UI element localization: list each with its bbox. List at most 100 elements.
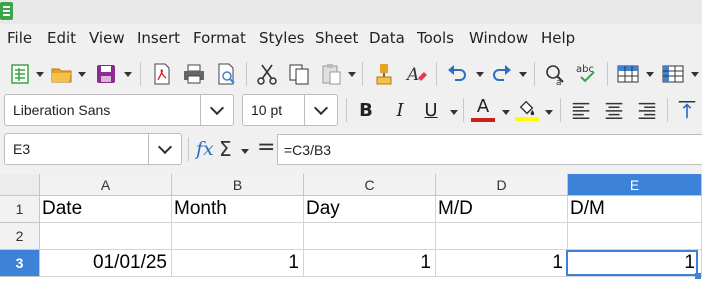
underline-button[interactable]: U <box>420 96 442 124</box>
standard-toolbar: A a abc <box>0 54 702 94</box>
save-icon[interactable] <box>92 60 120 88</box>
autofill-handle[interactable] <box>695 273 701 279</box>
row-dropdown-icon[interactable] <box>646 72 654 77</box>
cell-b3[interactable]: 1 <box>172 250 304 277</box>
highlight-dropdown-icon[interactable] <box>545 110 553 115</box>
redo-icon[interactable] <box>488 60 516 88</box>
menu-tools[interactable]: Tools <box>417 30 454 46</box>
cell-b2[interactable] <box>172 223 304 250</box>
spelling-icon[interactable]: abc <box>573 60 601 88</box>
cell-c2[interactable] <box>304 223 436 250</box>
menu-window[interactable]: Window <box>469 30 528 46</box>
undo-dropdown-icon[interactable] <box>476 72 484 77</box>
sum-dropdown-icon[interactable] <box>241 149 249 154</box>
font-color-swatch <box>471 118 495 122</box>
row-header-2[interactable]: 2 <box>0 223 40 250</box>
cell-e2[interactable] <box>568 223 702 250</box>
toolbar-separator <box>140 62 141 86</box>
cell-d3[interactable]: 1 <box>436 250 568 277</box>
row-icon[interactable] <box>614 60 642 88</box>
svg-text:A: A <box>405 65 419 85</box>
formula-input[interactable]: =C3/B3 <box>277 134 702 165</box>
font-size-combo[interactable]: 10 pt <box>242 94 338 126</box>
column-icon[interactable] <box>659 60 687 88</box>
cell-a1[interactable]: Date <box>40 196 172 223</box>
undo-icon[interactable] <box>443 60 471 88</box>
toolbar-separator <box>188 137 189 161</box>
menu-view[interactable]: View <box>89 30 125 46</box>
chevron-down-icon[interactable] <box>304 95 337 125</box>
column-header-c[interactable]: C <box>304 174 436 196</box>
cell-e1[interactable]: D/M <box>568 196 702 223</box>
column-header-d[interactable]: D <box>436 174 568 196</box>
menu-edit[interactable]: Edit <box>47 30 76 46</box>
new-icon[interactable] <box>6 60 34 88</box>
paste-icon[interactable] <box>317 60 345 88</box>
font-color-button[interactable]: A <box>470 96 496 124</box>
chevron-down-icon[interactable] <box>200 95 233 125</box>
align-left-icon[interactable] <box>568 96 594 124</box>
clear-formatting-icon[interactable]: A <box>402 60 430 88</box>
column-header-a[interactable]: A <box>40 174 172 196</box>
font-size-value: 10 pt <box>251 102 283 118</box>
row-header-3[interactable]: 3 <box>0 250 40 277</box>
redo-dropdown-icon[interactable] <box>519 72 527 77</box>
save-dropdown-icon[interactable] <box>124 72 132 77</box>
row-header-1[interactable]: 1 <box>0 196 40 223</box>
copy-icon[interactable] <box>285 60 313 88</box>
toolbar-separator <box>346 98 347 122</box>
menu-file[interactable]: File <box>7 30 32 46</box>
print-preview-icon[interactable] <box>212 60 240 88</box>
find-replace-icon[interactable]: a <box>541 60 569 88</box>
function-wizard-icon[interactable]: fx <box>196 138 214 160</box>
select-all-corner[interactable] <box>0 174 40 196</box>
column-dropdown-icon[interactable] <box>691 72 699 77</box>
menu-styles[interactable]: Styles <box>259 30 305 46</box>
toolbar-separator <box>667 98 668 122</box>
toolbar-separator <box>560 98 561 122</box>
name-box[interactable]: E3 <box>4 133 182 165</box>
highlight-button[interactable] <box>514 96 540 124</box>
menu-data[interactable]: Data <box>369 30 405 46</box>
cell-c3[interactable]: 1 <box>304 250 436 277</box>
chevron-down-icon[interactable] <box>148 134 181 164</box>
underline-dropdown-icon[interactable] <box>450 110 458 115</box>
formatting-toolbar: Liberation Sans 10 pt B I U A <box>0 94 702 130</box>
column-header-e[interactable]: E <box>568 174 702 196</box>
cell-a3[interactable]: 01/01/25 <box>40 250 172 277</box>
open-icon[interactable] <box>48 60 76 88</box>
cell-b1[interactable]: Month <box>172 196 304 223</box>
align-right-icon[interactable] <box>634 96 660 124</box>
menu-format[interactable]: Format <box>193 30 246 46</box>
formula-icon[interactable]: = <box>257 135 275 160</box>
spreadsheet-grid: A B C D E 1 2 3 Date Month Day M/D D/M 0… <box>0 174 702 281</box>
open-dropdown-icon[interactable] <box>78 72 86 77</box>
cell-a2[interactable] <box>40 223 172 250</box>
cell-d2[interactable] <box>436 223 568 250</box>
cell-d1[interactable]: M/D <box>436 196 568 223</box>
bold-button[interactable]: B <box>354 96 378 124</box>
menu-help[interactable]: Help <box>541 30 575 46</box>
cut-icon[interactable] <box>253 60 281 88</box>
print-icon[interactable] <box>180 60 208 88</box>
column-header-b[interactable]: B <box>172 174 304 196</box>
align-top-icon[interactable] <box>674 96 700 124</box>
menu-sheet[interactable]: Sheet <box>315 30 358 46</box>
title-bar <box>0 0 702 24</box>
menu-bar: File Edit View Insert Format Styles Shee… <box>0 26 702 50</box>
export-pdf-icon[interactable] <box>148 60 176 88</box>
cell-e3[interactable]: 1 <box>568 250 702 277</box>
font-color-dropdown-icon[interactable] <box>502 110 510 115</box>
toolbar-separator <box>463 98 464 122</box>
font-color-label: A <box>476 96 490 117</box>
italic-button[interactable]: I <box>388 96 412 124</box>
cell-c1[interactable]: Day <box>304 196 436 223</box>
sum-icon[interactable]: Σ <box>219 137 232 161</box>
clone-formatting-icon[interactable] <box>370 60 398 88</box>
name-box-value: E3 <box>13 141 31 157</box>
font-name-combo[interactable]: Liberation Sans <box>4 94 234 126</box>
paste-dropdown-icon[interactable] <box>348 72 356 77</box>
align-center-icon[interactable] <box>601 96 627 124</box>
menu-insert[interactable]: Insert <box>137 30 180 46</box>
new-dropdown-icon[interactable] <box>36 72 44 77</box>
